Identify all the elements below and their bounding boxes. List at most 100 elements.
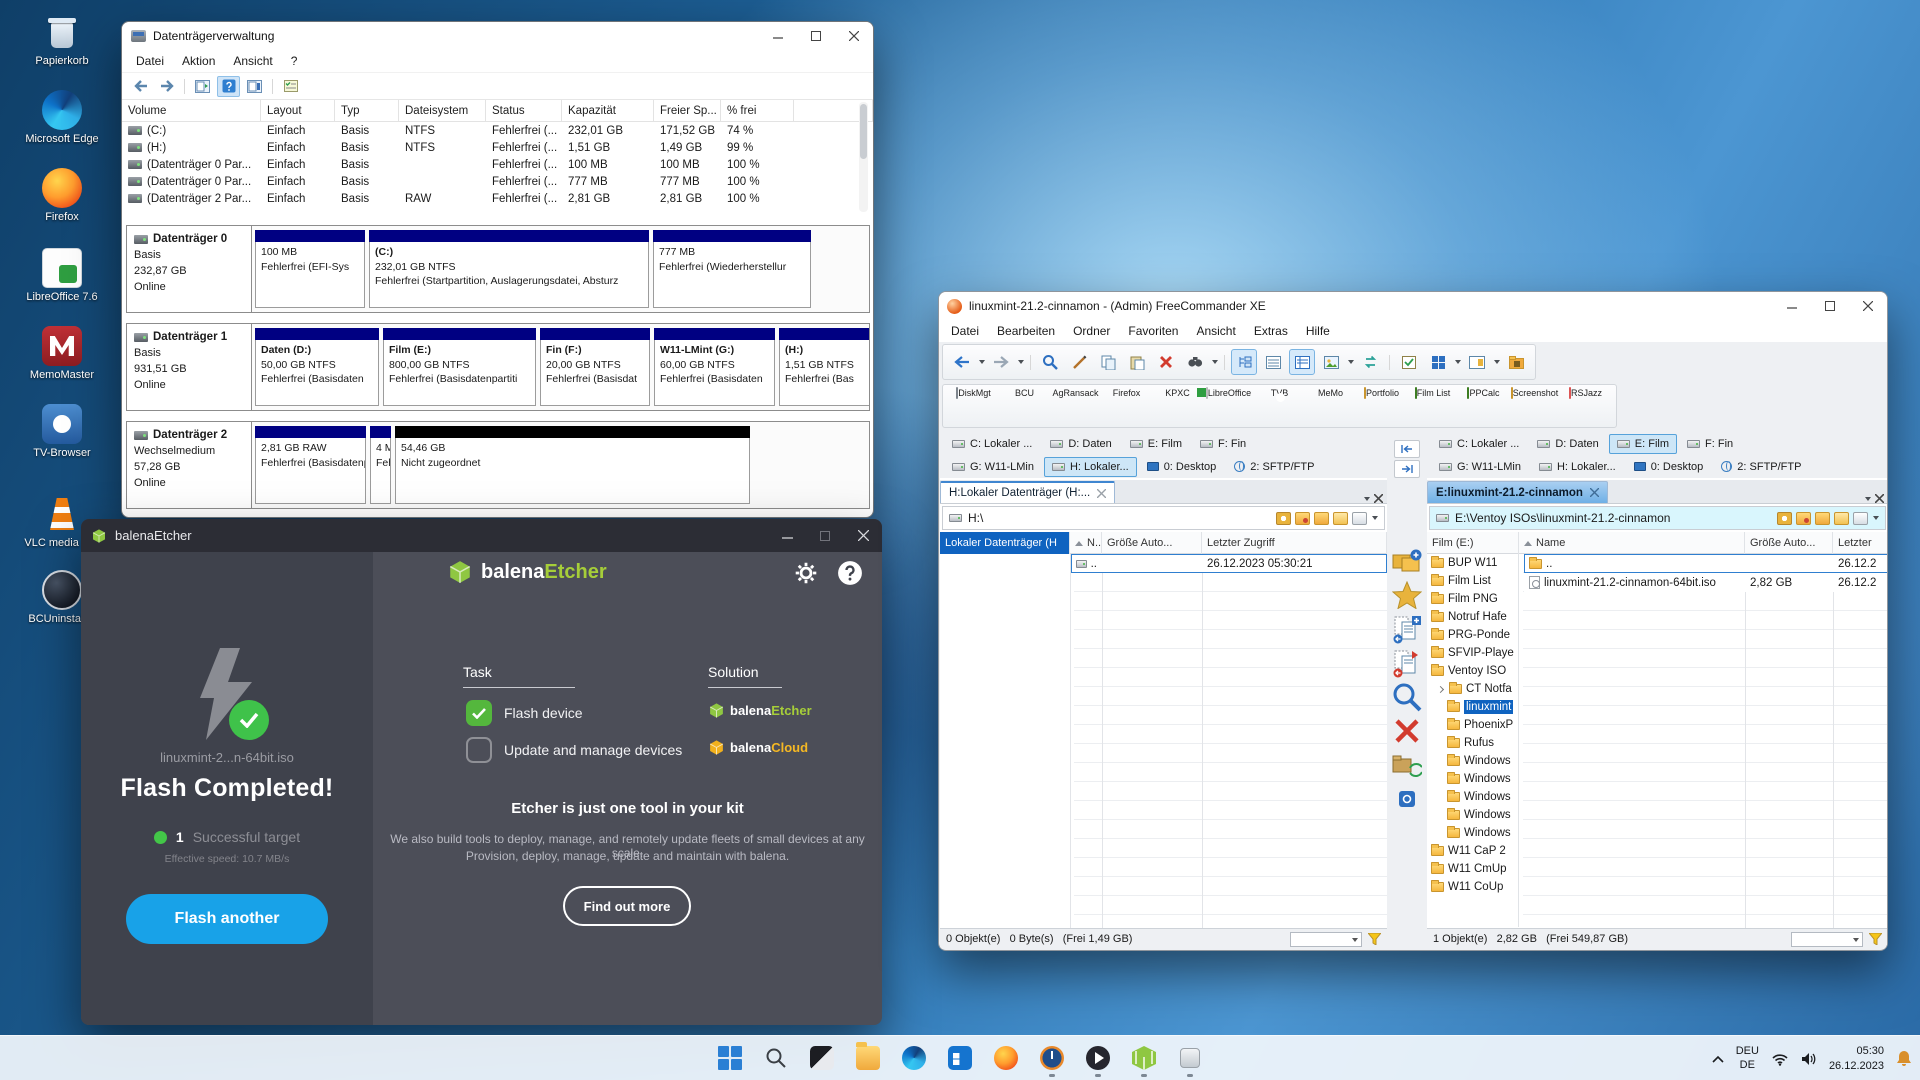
balena-etcher-button[interactable] [1124, 1038, 1164, 1078]
find-caret[interactable] [1212, 360, 1218, 364]
partition-daten-d[interactable]: Daten (D:)50,00 GB NTFSFehlerfrei (Basis… [255, 328, 379, 406]
menu-favoriten[interactable]: Favoriten [1119, 322, 1187, 340]
drive-c-button[interactable]: C: Lokaler ... [944, 434, 1040, 454]
folder-pair-icon[interactable] [1391, 544, 1423, 578]
partition-unallocated[interactable]: 54,46 GBNicht zugeordnet [395, 426, 750, 504]
tab-close-icon[interactable] [1097, 489, 1106, 498]
desktop-button[interactable]: 0: Desktop [1139, 457, 1225, 477]
column-modified[interactable]: Letzter Zugriff [1202, 532, 1387, 554]
details-view-icon[interactable] [1289, 349, 1315, 375]
column-size[interactable]: Größe Auto... [1745, 532, 1833, 554]
layout-caret[interactable] [1455, 360, 1461, 364]
settings-gear-icon[interactable] [793, 560, 819, 586]
volume-row[interactable]: (Datenträger 0 Par... EinfachBasisFehler… [122, 156, 873, 173]
column-name[interactable]: Name [1519, 532, 1745, 554]
volume-row[interactable]: (Datenträger 2 Par... EinfachBasisRAWFeh… [122, 190, 873, 207]
search-icon[interactable] [1037, 349, 1063, 375]
app-button-kpxc[interactable]: KPXC [1153, 387, 1202, 398]
folder-root-icon[interactable] [1333, 512, 1348, 525]
tv-browser-button[interactable] [1032, 1038, 1072, 1078]
drive-h-button[interactable]: H: Lokaler... [1044, 457, 1137, 477]
column-prozent-frei[interactable]: % frei [721, 100, 794, 122]
forward-history-caret[interactable] [1018, 360, 1024, 364]
expand-chevron-icon[interactable] [1437, 685, 1444, 692]
minimize-button[interactable] [759, 22, 797, 50]
column-volume[interactable]: Volume [122, 100, 261, 122]
app-button-portfolio[interactable]: Portfolio [1357, 387, 1406, 398]
layout-grid-icon[interactable] [1425, 349, 1451, 375]
move-files-icon[interactable] [1391, 646, 1423, 680]
menu-datei[interactable]: Datei [127, 52, 173, 70]
column-name[interactable]: N... [1070, 532, 1102, 554]
window-list-icon[interactable] [191, 76, 214, 97]
partition-h[interactable]: (H:)1,51 GB NTFSFehlerfrei (Bas [779, 328, 869, 406]
tree-item-w11-cap[interactable]: W11 CaP 2 [1427, 842, 1518, 860]
find-files-icon[interactable] [1182, 349, 1208, 375]
window-graph-icon[interactable] [243, 76, 266, 97]
edge-button[interactable] [894, 1038, 934, 1078]
folder-root-icon[interactable] [1834, 512, 1849, 525]
address-caret[interactable] [1873, 516, 1879, 520]
volume-row[interactable]: (Datenträger 0 Par... EinfachBasisFehler… [122, 173, 873, 190]
tree-item-prg[interactable]: PRG-Ponde [1427, 626, 1518, 644]
desktop-icon-papierkorb[interactable]: Papierkorb [16, 12, 108, 68]
dual-panel-icon[interactable] [1464, 349, 1490, 375]
left-file-row-up[interactable]: .. 26.12.2023 05:30:21 [1071, 554, 1387, 573]
partition-efi[interactable]: 100 MBFehlerfrei (EFI-Sys [255, 230, 365, 308]
drive-d-button[interactable]: D: Daten [1042, 434, 1119, 454]
left-filter-combo[interactable] [1290, 932, 1362, 947]
swap-panels-icon[interactable] [1357, 349, 1383, 375]
tab-bar-close-icon[interactable] [1875, 494, 1884, 503]
app-button-bcu[interactable]: BCU [1000, 387, 1049, 398]
tree-item-w11-cmup[interactable]: W11 CmUp [1427, 860, 1518, 878]
disk-2-label[interactable]: Datenträger 2 Wechselmedium 57,28 GB Onl… [127, 422, 252, 508]
column-status[interactable]: Status [486, 100, 562, 122]
tab-list-caret[interactable] [1865, 497, 1871, 501]
right-file-row-iso[interactable]: linuxmint-21.2-cinnamon-64bit.iso 2,82 G… [1524, 573, 1888, 592]
desktop-icon-libreoffice[interactable]: LibreOffice 7.6 [16, 248, 108, 304]
partition-usb-small[interactable]: 4 MIFehl [370, 426, 391, 504]
close-button[interactable] [1849, 292, 1887, 320]
tree-item-sfvip[interactable]: SFVIP-Playe [1427, 644, 1518, 662]
folder-sync-icon[interactable] [1391, 748, 1423, 782]
column-dateisystem[interactable]: Dateisystem [399, 100, 486, 122]
file-explorer-button[interactable] [848, 1038, 888, 1078]
history-icon[interactable] [1777, 512, 1792, 525]
disk-1-label[interactable]: Datenträger 1 Basis 931,51 GB Online [127, 324, 252, 410]
address-caret[interactable] [1372, 516, 1378, 520]
desktop-icon-memomaster[interactable]: MemoMaster [16, 326, 108, 382]
app-button-ppcalc[interactable]: PPCalc [1459, 387, 1508, 398]
thumbnails-view-icon[interactable] [1318, 349, 1344, 375]
language-indicator[interactable]: DEU DE [1736, 1045, 1759, 1073]
list-view-icon[interactable] [1260, 349, 1286, 375]
column-modified[interactable]: Letzter [1833, 532, 1888, 554]
tree-item-bup-w11[interactable]: BUP W11 [1427, 554, 1518, 572]
tree-item-ventoy-isos[interactable]: Ventoy ISO [1427, 662, 1518, 680]
volume-icon[interactable] [1801, 1052, 1817, 1066]
help-icon[interactable] [837, 560, 863, 586]
app-button-diskmgt[interactable]: DiskMgt [949, 387, 998, 398]
disk-0-label[interactable]: Datenträger 0 Basis 232,87 GB Online [127, 226, 252, 312]
app-button-memo[interactable]: MeMo [1306, 387, 1355, 398]
favorites-star-icon[interactable] [1391, 578, 1423, 612]
view-caret[interactable] [1348, 360, 1354, 364]
app-button-firefox[interactable]: Firefox [1102, 387, 1151, 398]
minimize-button[interactable] [1773, 292, 1811, 320]
settings-small-icon[interactable] [1391, 782, 1423, 816]
drive-g-button[interactable]: G: W11-LMin [944, 457, 1042, 477]
history-icon[interactable] [1276, 512, 1291, 525]
expand-right-panel-button[interactable] [1394, 460, 1420, 478]
contrast-app-button[interactable] [802, 1038, 842, 1078]
flash-another-button[interactable]: Flash another [126, 894, 328, 944]
firefox-button[interactable] [986, 1038, 1026, 1078]
delete-icon[interactable] [1153, 349, 1179, 375]
left-folder-tab[interactable]: H:Lokaler Datenträger (H:... [940, 481, 1115, 503]
edit-icon[interactable] [1066, 349, 1092, 375]
disk-utility-button[interactable] [1170, 1038, 1210, 1078]
menu-extras[interactable]: Extras [1245, 322, 1297, 340]
forward-icon[interactable] [155, 76, 178, 97]
search-icon[interactable] [1391, 680, 1423, 714]
maximize-button[interactable] [806, 519, 844, 552]
column-freier-sp[interactable]: Freier Sp... [654, 100, 721, 122]
notification-bell-icon[interactable] [1896, 1050, 1912, 1067]
